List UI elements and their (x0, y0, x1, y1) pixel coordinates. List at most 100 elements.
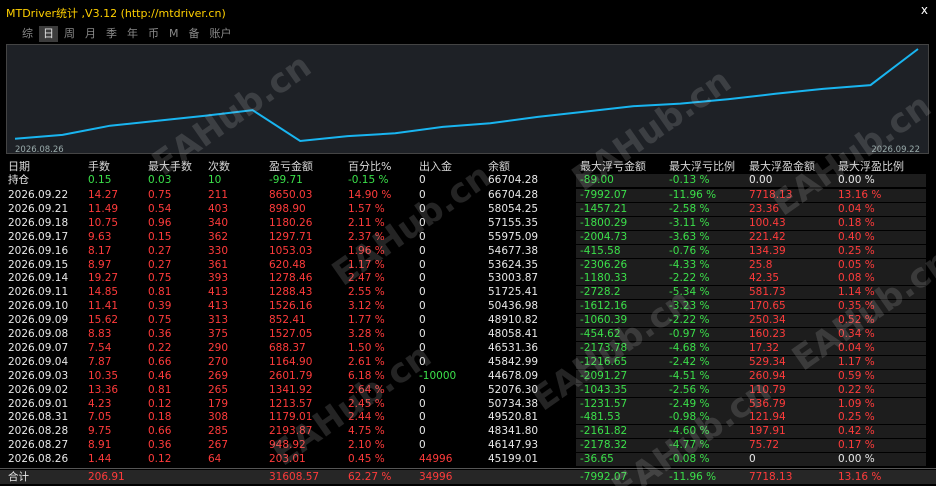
cell-col-1: 8.83 (88, 328, 112, 340)
table-row: 2026.09.16 8.17 0.27 330 1053.03 1.96 % 0 54677… (0, 244, 936, 258)
period-tabs: 综日周月季年币 M 备账户 (18, 26, 238, 42)
cell-col-9: -0.13 % (669, 174, 710, 186)
cell-col-1: 7.54 (88, 341, 112, 354)
cell-col-3: 211 (208, 189, 229, 201)
cell-col-10: 110.79 (749, 383, 786, 396)
cell-col-10: 529.34 (749, 355, 786, 368)
tab-6[interactable]: 币 (144, 26, 163, 42)
cell-col-11: 0.08 % (838, 272, 875, 285)
cell-col-6: 0 (419, 174, 426, 186)
cell-col-8: -2173.78 (580, 341, 628, 354)
cell-col-9: -2.22 % (669, 314, 710, 327)
cell-col-1: 8.17 (88, 244, 112, 257)
tab-9[interactable]: 账户 (206, 26, 236, 42)
cell-col-9: -2.49 % (669, 397, 710, 410)
tab-5[interactable]: 年 (123, 26, 142, 42)
cell-col-6: 0 (419, 439, 426, 452)
tab-0[interactable]: 综 (18, 26, 37, 42)
cell-col-4: 1297.71 (269, 230, 313, 243)
cell-col-1: 0.15 (88, 174, 112, 186)
cell-col-10: 0.00 (749, 174, 773, 186)
cell-col-5: 6.18 % (348, 369, 385, 382)
cell-col-2: 0.75 (148, 314, 172, 327)
cell-col-0: 日期 (8, 160, 30, 173)
cell-col-2: 0.81 (148, 383, 172, 396)
table-row: 2026.09.22 14.27 0.75 211 8650.03 14.90 % 0 667… (0, 189, 936, 202)
cell-col-5: 1.77 % (348, 314, 385, 327)
cell-col-10: 170.65 (749, 300, 786, 313)
cell-col-0: 2026.09.16 (8, 244, 69, 257)
cell-col-4: 2601.79 (269, 369, 313, 382)
cell-col-0: 2026.09.01 (8, 397, 69, 410)
cell-col-9: -5.34 % (669, 286, 710, 299)
cell-col-7: 46531.36 (488, 341, 539, 354)
cell-col-7: 45842.99 (488, 355, 539, 368)
cell-col-9: -0.08 % (669, 453, 710, 466)
cell-col-6: 0 (419, 383, 426, 396)
cell-col-5: 1.17 % (348, 258, 385, 271)
cell-col-9: -3.63 % (669, 230, 710, 243)
cell-col-6: 0 (419, 202, 426, 215)
cell-col-10: 25.8 (749, 258, 773, 271)
cell-col-0: 2026.09.15 (8, 258, 69, 271)
cell-col-11: 0.25 % (838, 411, 875, 424)
equity-line (14, 48, 919, 143)
cell-col-8: -2091.27 (580, 369, 628, 382)
cell-col-4: -99.71 (269, 174, 303, 186)
cell-col-8: -1612.16 (580, 300, 628, 313)
cell-col-11: 0.35 % (838, 300, 875, 313)
cell-col-2: 0.03 (148, 174, 172, 186)
cell-col-6: 0 (419, 244, 426, 257)
cell-col-7: 46147.93 (488, 439, 539, 452)
cell-col-11: 1.14 % (838, 286, 875, 299)
cell-col-8: -2004.73 (580, 230, 628, 243)
cell-col-7: 54677.38 (488, 244, 539, 257)
cell-col-3: 403 (208, 202, 229, 215)
cell-col-2: 0.81 (148, 286, 172, 299)
cell-col-3: 340 (208, 216, 229, 229)
position-row: 持仓 0.15 0.03 10 -99.71 -0.15 % 0 66704.28 -89.00… (0, 174, 936, 187)
cell-col-2: 0.36 (148, 439, 172, 452)
cell-col-2: 0.27 (148, 258, 172, 271)
cell-col-2: 0.66 (148, 355, 172, 368)
cell-col-5: -0.15 % (348, 174, 389, 186)
cell-col-5: 14.90 % (348, 189, 392, 201)
cell-col-3: 267 (208, 439, 229, 452)
title-bar: MTDriver统计 ,V3.12 (http://mtdriver.cn) x (0, 0, 936, 22)
cell-col-7: 53003.87 (488, 272, 539, 285)
tab-4[interactable]: 季 (102, 26, 121, 42)
cell-col-3: 270 (208, 355, 229, 368)
cell-col-0: 2026.09.02 (8, 383, 69, 396)
cell-col-7: 55975.09 (488, 230, 539, 243)
cell-col-11: 0.34 % (838, 328, 875, 340)
tab-3[interactable]: 月 (81, 26, 100, 42)
cell-col-0: 2026.08.31 (8, 411, 69, 424)
cell-col-11: 0.04 % (838, 341, 875, 354)
cell-col-7: 49520.81 (488, 411, 539, 424)
cell-col-1: 15.62 (88, 314, 119, 327)
cell-col-4: 1164.90 (269, 355, 313, 368)
cell-col-10: 42.35 (749, 272, 780, 285)
cell-col-2: 0.75 (148, 272, 172, 285)
equity-chart-svg (14, 48, 919, 143)
cell-col-2: 0.22 (148, 341, 172, 354)
cell-col-0: 2026.09.21 (8, 202, 69, 215)
tab-1[interactable]: 日 (39, 26, 58, 42)
cell-col-0: 2026.09.18 (8, 216, 69, 229)
tab-2[interactable]: 周 (60, 26, 79, 42)
tab-7[interactable]: M (165, 26, 183, 42)
cell-col-6: 0 (419, 286, 426, 299)
cell-col-8: -2306.26 (580, 258, 628, 271)
close-icon[interactable]: x (921, 3, 928, 17)
cell-col-9: -4.77 % (669, 439, 710, 452)
cell-col-10: 197.91 (749, 425, 786, 438)
table-row: 2026.09.14 19.27 0.75 393 1278.46 2.47 % 0 5300… (0, 272, 936, 286)
cell-col-3: 179 (208, 397, 229, 410)
table-row: 2026.09.04 7.87 0.66 270 1164.90 2.61 % 0 45842… (0, 355, 936, 369)
cell-col-0: 2026.09.14 (8, 272, 69, 285)
cell-col-7: 51725.41 (488, 286, 539, 299)
cell-col-10: 最大浮盈金额 (749, 160, 815, 173)
cell-col-2: 0.39 (148, 300, 172, 313)
tab-8[interactable]: 备 (185, 26, 204, 42)
cell-col-2: 0.54 (148, 202, 172, 215)
